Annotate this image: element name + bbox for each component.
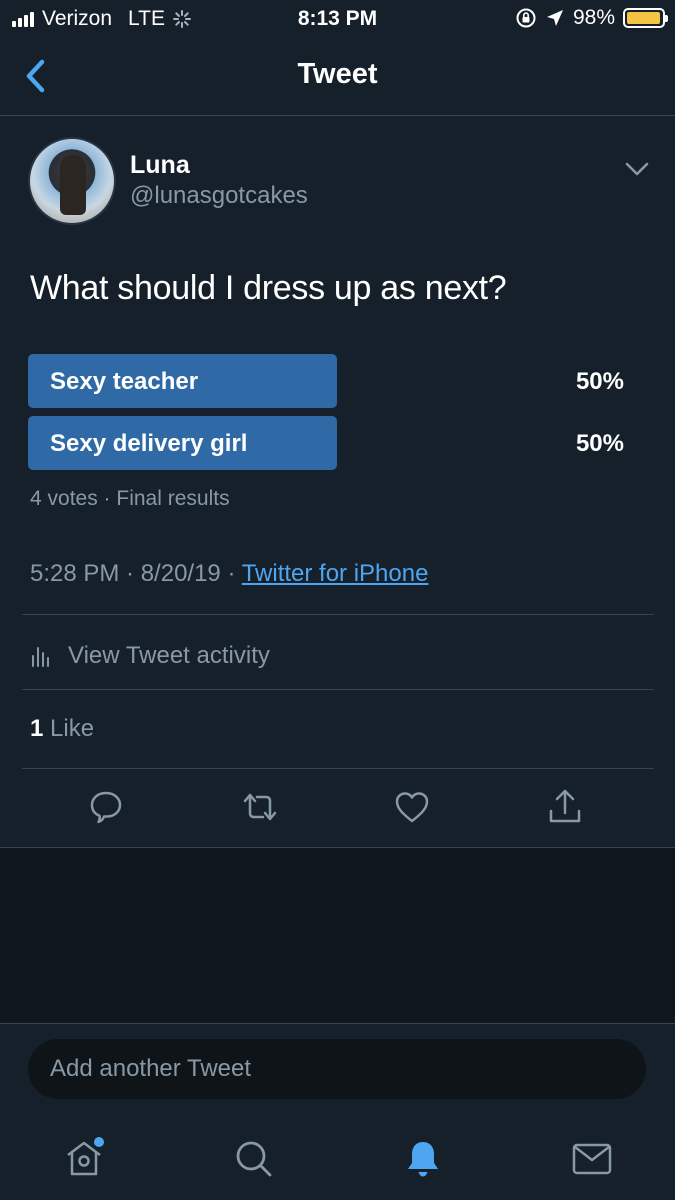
like-heart-icon[interactable] — [392, 787, 432, 827]
notifications-bell-icon[interactable] — [401, 1137, 445, 1181]
poll-option-percent: 50% — [575, 430, 624, 457]
poll-option: Sexy delivery girl 50% — [28, 416, 648, 470]
divider — [22, 614, 654, 615]
like-count: 1 — [30, 715, 44, 742]
chevron-down-icon[interactable] — [623, 157, 651, 181]
location-arrow-icon — [546, 10, 563, 26]
divider — [22, 768, 654, 769]
battery-percent: 98% — [572, 6, 615, 29]
tweet-timestamp: 5:28 PM · 8/20/19 · Twitter for iPhone — [30, 560, 428, 588]
home-icon[interactable] — [62, 1137, 106, 1181]
like-label: Like — [43, 715, 95, 742]
tweet-actions — [0, 787, 675, 835]
tweet-text: What should I dress up as next? — [30, 269, 507, 307]
avatar[interactable] — [28, 137, 116, 225]
tweet-source-link[interactable]: Twitter for iPhone — [242, 560, 429, 587]
share-icon[interactable] — [545, 787, 585, 827]
status-bar: Verizon LTE 8:13 PM 98% — [0, 0, 675, 38]
bottom-bar: Add another Tweet — [0, 1023, 675, 1200]
tab-bar — [0, 1129, 675, 1189]
author-handle[interactable]: @lunasgotcakes — [130, 182, 308, 210]
page-title: Tweet — [297, 58, 378, 90]
poll-option-label: Sexy delivery girl — [50, 430, 248, 457]
timestamp-text: 5:28 PM · 8/20/19 · — [30, 560, 242, 587]
activity-bars-icon — [32, 647, 49, 667]
poll-option-label: Sexy teacher — [50, 368, 199, 395]
empty-replies-area — [0, 848, 675, 1023]
navigation-bar: Tweet — [0, 38, 675, 116]
add-tweet-input[interactable]: Add another Tweet — [28, 1039, 646, 1099]
poll-option: Sexy teacher 50% — [28, 354, 648, 408]
search-icon[interactable] — [232, 1137, 276, 1181]
poll-meta: 4 votes · Final results — [30, 487, 230, 510]
retweet-icon[interactable] — [240, 787, 280, 827]
battery-icon — [623, 8, 668, 28]
divider — [22, 689, 654, 690]
reply-icon[interactable] — [86, 787, 126, 827]
poll-option-percent: 50% — [575, 368, 624, 395]
poll: Sexy teacher 50% Sexy delivery girl 50% — [28, 354, 648, 478]
author-name[interactable]: Luna — [130, 151, 190, 180]
likes-count-link[interactable]: 1 Like — [30, 715, 94, 743]
status-right: 98% — [515, 6, 668, 30]
messages-envelope-icon[interactable] — [570, 1137, 614, 1181]
rotation-lock-icon — [516, 8, 536, 28]
activity-label: View Tweet activity — [68, 642, 270, 669]
view-tweet-activity-button[interactable]: View Tweet activity — [30, 636, 270, 676]
